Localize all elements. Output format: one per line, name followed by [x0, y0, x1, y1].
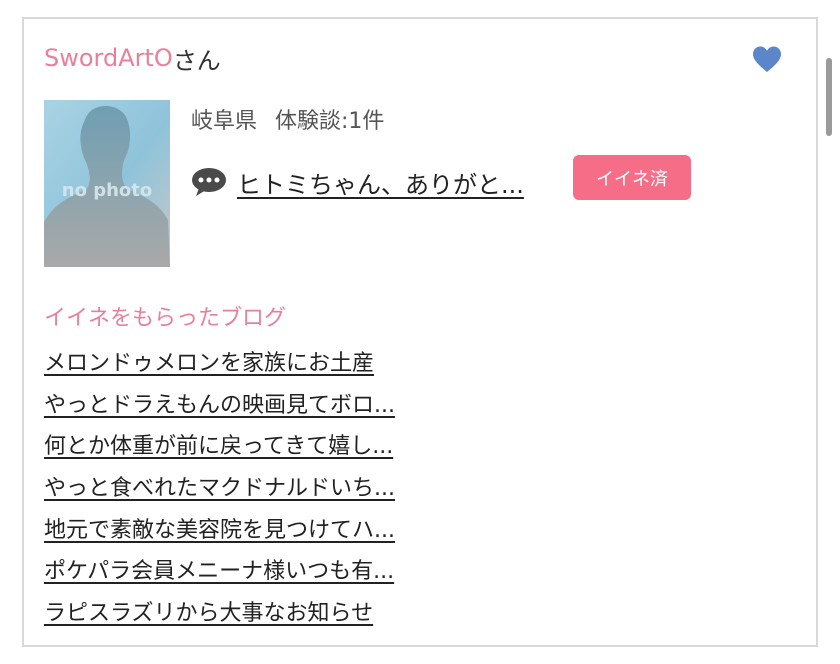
avatar[interactable]: no photo — [44, 100, 170, 267]
list-item: メロンドゥメロンを家族にお土産 — [44, 340, 395, 382]
blog-link[interactable]: ポケパラ会員メニーナ様いつも有... — [44, 553, 394, 585]
prefecture: 岐阜県 — [191, 109, 258, 134]
review-row: ヒトミちゃん、ありがと... — [191, 160, 524, 204]
blog-link[interactable]: やっと食べれたマクドナルドいち... — [44, 470, 395, 502]
blog-list: メロンドゥメロンを家族にお土産 やっとドラえもんの映画見てボロ... 何とか体重… — [44, 340, 395, 632]
review-title-link[interactable]: ヒトミちゃん、ありがと... — [237, 165, 524, 200]
review-count: 体験談:1件 — [275, 109, 385, 134]
username-honorific: さん — [172, 46, 221, 75]
username-link[interactable]: SwordArtO — [44, 44, 173, 72]
blog-link[interactable]: メロンドゥメロンを家族にお土産 — [44, 345, 374, 377]
list-item: 何とか体重が前に戻ってきて嬉し... — [44, 423, 395, 465]
username-row: SwordArtO さん — [44, 38, 221, 78]
list-item: やっとドラえもんの映画見てボロ... — [44, 382, 395, 424]
no-photo-label: no photo — [61, 180, 153, 201]
blog-link[interactable]: 地元で素敵な美容院を見つけてハ... — [44, 512, 395, 544]
list-item: ラピスラズリから大事なお知らせ — [44, 590, 395, 632]
list-item: やっと食べれたマクドナルドいち... — [44, 465, 395, 507]
heart-icon[interactable] — [751, 44, 783, 76]
liked-button[interactable]: イイネ済 — [573, 155, 691, 200]
blog-link[interactable]: 何とか体重が前に戻ってきて嬉し... — [44, 428, 393, 460]
user-meta: 岐阜県 体験談:1件 — [191, 102, 384, 136]
blogs-heading: イイネをもらったブログ — [44, 306, 287, 331]
blog-link[interactable]: やっとドラえもんの映画見てボロ... — [44, 387, 395, 419]
speech-bubble-icon — [192, 168, 226, 196]
scrollbar[interactable] — [826, 58, 832, 136]
blog-link[interactable]: ラピスラズリから大事なお知らせ — [44, 595, 373, 627]
list-item: ポケパラ会員メニーナ様いつも有... — [44, 548, 395, 590]
list-item: 地元で素敵な美容院を見つけてハ... — [44, 507, 395, 549]
